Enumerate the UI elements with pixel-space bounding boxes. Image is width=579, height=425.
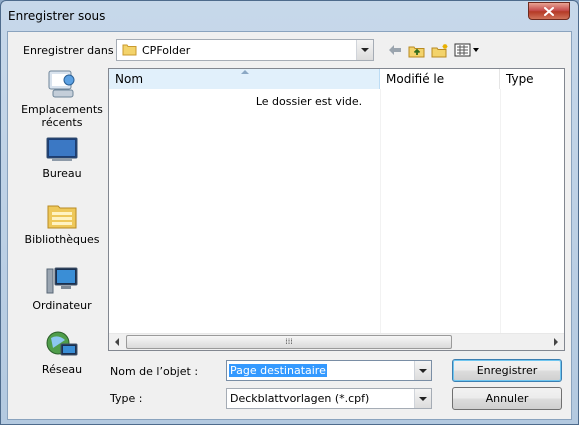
sidebar-item-label: Ordinateur: [32, 299, 92, 312]
chevron-down-icon: [419, 396, 427, 401]
sidebar-item-label: Emplacements récents: [21, 103, 103, 129]
location-combobox[interactable]: CPFolder: [116, 39, 374, 61]
folder-icon: [122, 44, 137, 56]
close-icon: [544, 6, 554, 16]
new-folder-button[interactable]: [431, 41, 449, 59]
sidebar-item-desktop[interactable]: Bureau: [14, 136, 110, 180]
back-arrow-icon: [389, 45, 401, 55]
sidebar-item-libraries[interactable]: Bibliothèques: [14, 200, 110, 246]
file-list[interactable]: Nom Modifié le Type Le dossier est vide.…: [108, 68, 565, 351]
type-label: Type :: [110, 392, 143, 405]
computer-icon: [46, 267, 78, 294]
column-divider: [500, 89, 501, 333]
file-list-header: Nom Modifié le Type: [109, 69, 564, 89]
empty-folder-message: Le dossier est vide.: [255, 95, 363, 108]
location-dropdown-button[interactable]: [356, 40, 373, 60]
location-value: CPFolder: [142, 44, 191, 57]
file-type-select[interactable]: Deckblattvorlagen (*.cpf): [226, 388, 432, 409]
column-header-name[interactable]: Nom: [109, 69, 380, 89]
sort-ascending-icon: [241, 70, 249, 74]
view-menu-icon: [454, 43, 479, 57]
back-button[interactable]: [388, 41, 402, 59]
up-folder-icon: [408, 46, 425, 57]
filename-label: Nom de l’objet :: [110, 365, 199, 378]
desktop-icon: [46, 137, 78, 161]
scrollbar-thumb[interactable]: ⁞⁞⁞: [126, 335, 452, 349]
column-divider: [380, 89, 381, 333]
sidebar-item-label: Réseau: [41, 363, 83, 376]
chevron-down-icon: [419, 368, 427, 373]
save-button[interactable]: Enregistrer: [452, 359, 562, 382]
column-header-type[interactable]: Type: [500, 69, 564, 89]
close-button[interactable]: [528, 2, 570, 20]
scroll-left-icon[interactable]: [115, 338, 119, 346]
sidebar-item-recent-places[interactable]: Emplacements récents: [14, 68, 110, 129]
places-bar: Emplacements récents Bureau Bibliothèque…: [14, 66, 110, 382]
filename-input[interactable]: Page destinataire: [229, 364, 327, 377]
chevron-down-icon: [361, 48, 369, 52]
network-icon: [46, 331, 78, 356]
up-folder-button[interactable]: [408, 41, 425, 59]
cancel-button[interactable]: Annuler: [452, 387, 562, 410]
recent-places-icon: [48, 70, 75, 98]
location-label: Enregistrer dans :: [23, 44, 121, 57]
new-folder-icon: [431, 43, 448, 57]
window-title: Enregistrer sous: [8, 9, 106, 23]
sidebar-item-network[interactable]: Réseau: [14, 330, 110, 376]
file-type-value: Deckblattvorlagen (*.cpf): [230, 392, 370, 405]
title-bar[interactable]: Enregistrer sous: [1, 1, 578, 31]
sidebar-item-computer[interactable]: Ordinateur: [14, 266, 110, 312]
column-header-modified[interactable]: Modifié le: [380, 69, 500, 89]
save-as-dialog: Enregistrer sous Enregistrer dans : CPFo…: [0, 0, 579, 425]
filename-combobox[interactable]: Page destinataire: [226, 360, 432, 381]
file-type-dropdown-button[interactable]: [414, 389, 431, 408]
dialog-body: Enregistrer dans : CPFolder Emplacements…: [7, 31, 572, 420]
libraries-icon: [47, 205, 77, 229]
filename-dropdown-button[interactable]: [414, 361, 431, 380]
horizontal-scrollbar[interactable]: ⁞⁞⁞: [109, 333, 564, 350]
view-menu-button[interactable]: [454, 41, 480, 59]
sidebar-item-label: Bibliothèques: [24, 233, 100, 246]
sidebar-item-label: Bureau: [42, 167, 82, 180]
scroll-right-icon[interactable]: [554, 338, 558, 346]
